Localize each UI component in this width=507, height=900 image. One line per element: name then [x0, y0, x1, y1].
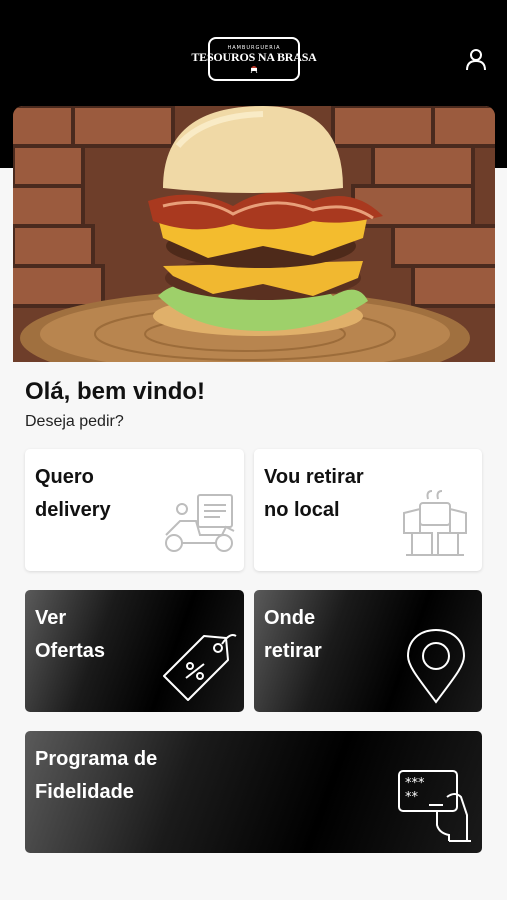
where-card[interactable]: Onde retirar: [254, 590, 482, 712]
svg-text:***: ***: [405, 776, 425, 791]
pickup-card[interactable]: Vou retirar no local: [254, 449, 482, 571]
store-pickup-icon: [403, 490, 467, 556]
svg-text:**: **: [405, 790, 419, 805]
loyalty-card[interactable]: Programa de Fidelidade *** **: [25, 731, 482, 853]
delivery-label: Quero delivery: [35, 466, 111, 521]
delivery-card[interactable]: Quero delivery: [25, 449, 244, 571]
grill-icon: [250, 66, 258, 73]
location-pin-icon: [406, 628, 466, 704]
logo-title: TESOUROS NA BRASA: [191, 50, 317, 64]
offers-card[interactable]: Ver Ofertas: [25, 590, 244, 712]
pickup-label: Vou retirar no local: [264, 466, 364, 521]
delivery-scooter-icon: [165, 494, 235, 552]
where-label: Onde retirar: [264, 607, 322, 662]
burger-photo: [13, 106, 495, 362]
user-icon[interactable]: [464, 47, 488, 71]
welcome-subtitle: Deseja pedir?: [25, 413, 124, 430]
offers-label: Ver Ofertas: [35, 607, 106, 662]
loyalty-card-icon: *** **: [398, 770, 471, 842]
loyalty-label: Programa de Fidelidade: [35, 748, 158, 803]
discount-tag-icon: [163, 634, 237, 701]
brand-logo[interactable]: HAMBURGUERIA TESOUROS NA BRASA: [191, 37, 317, 81]
hero-image: [13, 106, 495, 362]
welcome-title: Olá, bem vindo!: [25, 378, 206, 405]
